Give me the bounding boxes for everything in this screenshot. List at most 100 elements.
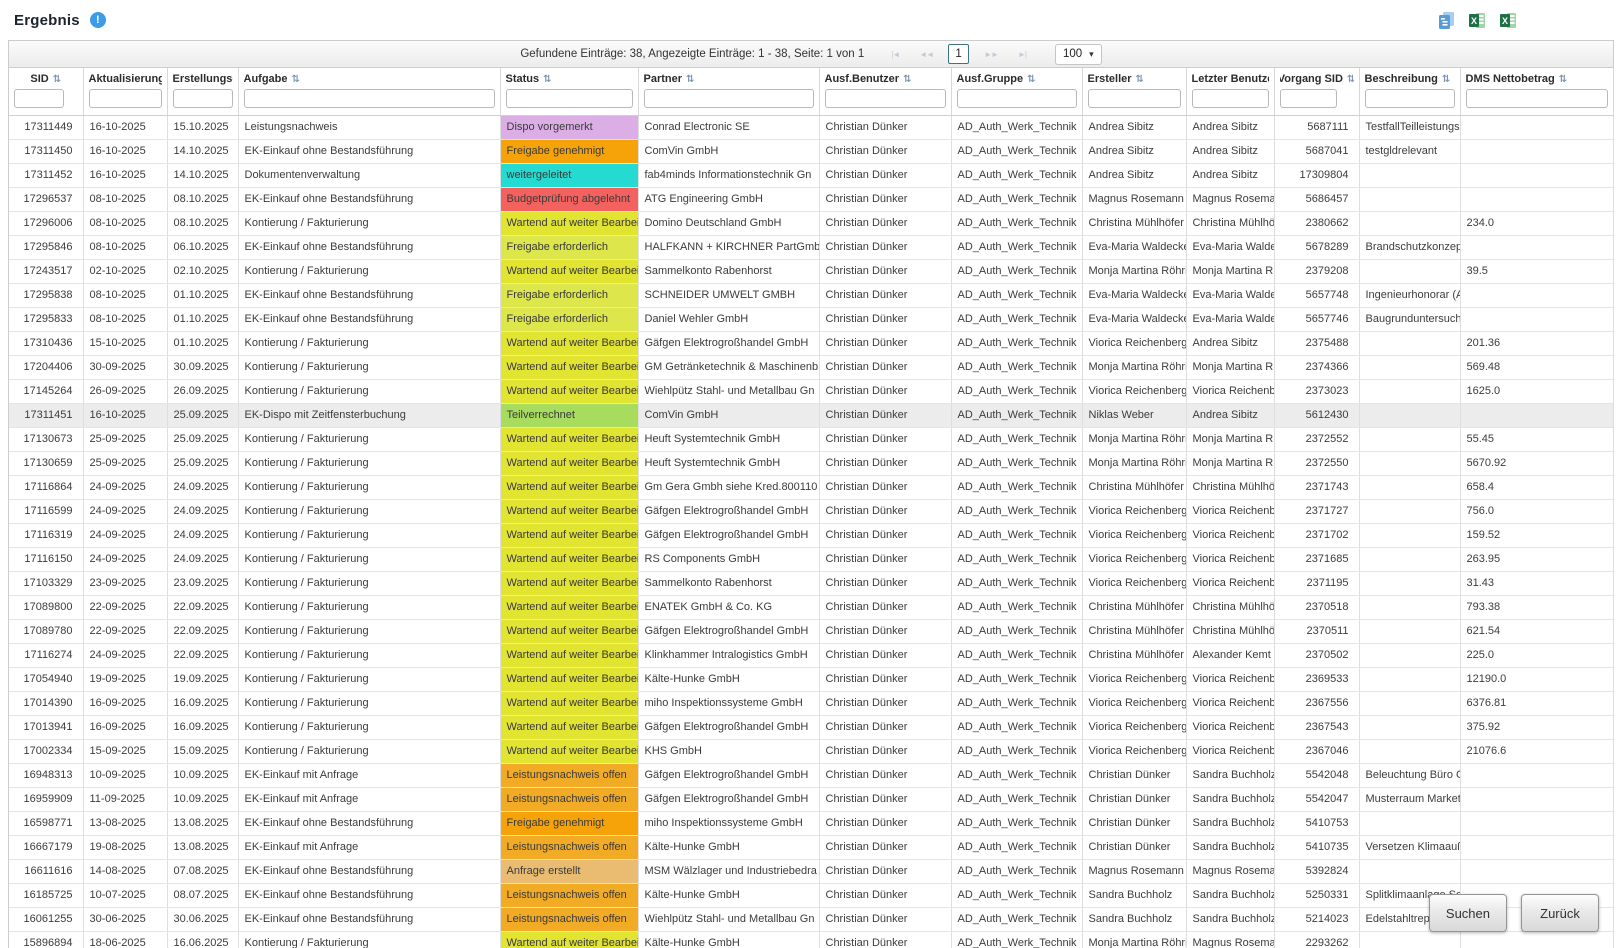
table-cell[interactable]: 17116599 [9, 499, 83, 523]
table-cell[interactable]: AD_Auth_Werk_Technik [951, 667, 1082, 691]
table-cell[interactable] [1359, 331, 1460, 355]
table-cell[interactable]: Monja Martina Röhri [1082, 355, 1186, 379]
table-cell[interactable]: 2370511 [1274, 619, 1359, 643]
table-cell[interactable]: 16948313 [9, 763, 83, 787]
table-cell[interactable]: 22.09.2025 [167, 595, 238, 619]
table-cell[interactable]: Viorica Reichenberg [1082, 667, 1186, 691]
table-cell[interactable]: 39.5 [1460, 259, 1613, 283]
column-filter-input[interactable] [825, 89, 946, 108]
table-cell[interactable]: 2293262 [1274, 931, 1359, 948]
table-cell[interactable]: 375.92 [1460, 715, 1613, 739]
table-cell[interactable]: Domino Deutschland GmbH [638, 211, 819, 235]
column-filter-input[interactable] [173, 89, 233, 108]
status-badge[interactable]: Leistungsnachweis offen [500, 763, 638, 787]
column-filter-input[interactable] [14, 89, 64, 108]
table-cell[interactable] [1460, 835, 1613, 859]
table-cell[interactable]: 24.09.2025 [167, 499, 238, 523]
table-row[interactable]: 1701394116-09-202516.09.2025Kontierung /… [9, 715, 1613, 739]
table-cell[interactable]: 2369533 [1274, 667, 1359, 691]
table-cell[interactable] [1460, 307, 1613, 331]
table-cell[interactable]: Sandra Buchholz [1186, 907, 1274, 931]
table-cell[interactable]: fab4minds Informationstechnik Gn [638, 163, 819, 187]
table-cell[interactable]: Eva-Maria Waldecke [1082, 283, 1186, 307]
table-cell[interactable]: Eva-Maria Walde [1186, 307, 1274, 331]
status-badge[interactable]: Wartend auf weiter Bearbei [500, 739, 638, 763]
table-cell[interactable] [1460, 811, 1613, 835]
table-cell[interactable]: Monja Martina Röhri [1082, 259, 1186, 283]
table-cell[interactable]: 17295846 [9, 235, 83, 259]
table-cell[interactable]: TestfallTeilleistungsr [1359, 115, 1460, 139]
table-cell[interactable]: Christian Dünker [819, 859, 951, 883]
table-cell[interactable]: 5686457 [1274, 187, 1359, 211]
table-cell[interactable]: 02-10-2025 [83, 259, 167, 283]
table-cell[interactable]: AD_Auth_Werk_Technik [951, 283, 1082, 307]
table-cell[interactable]: 5542048 [1274, 763, 1359, 787]
table-cell[interactable]: Christian Dünker [819, 691, 951, 715]
status-badge[interactable]: Wartend auf weiter Bearbei [500, 691, 638, 715]
table-cell[interactable]: AD_Auth_Werk_Technik [951, 259, 1082, 283]
table-cell[interactable]: Wiehlpütz Stahl- und Metallbau Gn [638, 907, 819, 931]
table-cell[interactable]: Monja Martina Röhri [1082, 427, 1186, 451]
table-cell[interactable]: 13-08-2025 [83, 811, 167, 835]
status-badge[interactable]: Wartend auf weiter Bearbei [500, 571, 638, 595]
table-row[interactable]: 1711686424-09-202524.09.2025Kontierung /… [9, 475, 1613, 499]
table-cell[interactable]: Christina Mühlhöfer [1082, 619, 1186, 643]
first-page-button[interactable]: |◄ [884, 47, 906, 62]
table-cell[interactable]: Viorica Reichenb [1186, 691, 1274, 715]
table-cell[interactable]: AD_Auth_Werk_Technik [951, 739, 1082, 763]
table-row[interactable]: 1694831310-09-202510.09.2025EK-Einkauf m… [9, 763, 1613, 787]
table-cell[interactable]: Christina Mühlhö [1186, 619, 1274, 643]
table-cell[interactable]: 14-08-2025 [83, 859, 167, 883]
status-badge[interactable]: Leistungsnachweis offen [500, 835, 638, 859]
column-filter-input[interactable] [957, 89, 1077, 108]
column-filter-input[interactable] [644, 89, 814, 108]
table-cell[interactable]: 25.09.2025 [167, 451, 238, 475]
table-cell[interactable]: 12190.0 [1460, 667, 1613, 691]
table-cell[interactable]: Christina Mühlhöfer [1082, 643, 1186, 667]
table-row[interactable]: 1724351702-10-202502.10.2025Kontierung /… [9, 259, 1613, 283]
table-cell[interactable]: 16-09-2025 [83, 715, 167, 739]
table-cell[interactable]: 17116319 [9, 523, 83, 547]
table-row[interactable]: 1731145116-10-202525.09.2025EK-Dispo mit… [9, 403, 1613, 427]
table-cell[interactable]: 2367556 [1274, 691, 1359, 715]
table-row[interactable]: 1708980022-09-202522.09.2025Kontierung /… [9, 595, 1613, 619]
table-cell[interactable]: 2373023 [1274, 379, 1359, 403]
table-cell[interactable]: Christina Mühlhöfer [1082, 595, 1186, 619]
table-cell[interactable]: 17311452 [9, 163, 83, 187]
table-cell[interactable]: 26.09.2025 [167, 379, 238, 403]
table-cell[interactable]: EK-Einkauf ohne Bestandsführung [238, 187, 500, 211]
table-cell[interactable]: 10.09.2025 [167, 787, 238, 811]
table-cell[interactable]: Christian Dünker [819, 643, 951, 667]
table-cell[interactable]: EK-Einkauf ohne Bestandsführung [238, 859, 500, 883]
table-cell[interactable]: AD_Auth_Werk_Technik [951, 211, 1082, 235]
status-badge[interactable]: Wartend auf weiter Bearbei [500, 715, 638, 739]
table-row[interactable]: 1708978022-09-202522.09.2025Kontierung /… [9, 619, 1613, 643]
table-cell[interactable]: testgldrelevant [1359, 139, 1460, 163]
table-cell[interactable]: Christian Dünker [819, 595, 951, 619]
table-cell[interactable]: Christian Dünker [819, 715, 951, 739]
column-filter-input[interactable] [1088, 89, 1181, 108]
column-sort-label[interactable]: Ausf.Benutzer⇅ [825, 71, 946, 87]
table-cell[interactable]: 569.48 [1460, 355, 1613, 379]
table-cell[interactable]: Klinkhammer Intralogistics GmbH [638, 643, 819, 667]
table-cell[interactable]: 55.45 [1460, 427, 1613, 451]
table-row[interactable]: 1705494019-09-202519.09.2025Kontierung /… [9, 667, 1613, 691]
table-cell[interactable]: RS Components GmbH [638, 547, 819, 571]
table-cell[interactable]: AD_Auth_Werk_Technik [951, 235, 1082, 259]
table-row[interactable]: 1695990911-09-202510.09.2025EK-Einkauf m… [9, 787, 1613, 811]
status-badge[interactable]: Wartend auf weiter Bearbei [500, 619, 638, 643]
table-cell[interactable]: Viorica Reichenb [1186, 739, 1274, 763]
table-cell[interactable]: Christian Dünker [819, 667, 951, 691]
table-cell[interactable]: 16185725 [9, 883, 83, 907]
table-cell[interactable]: 30-06-2025 [83, 907, 167, 931]
table-cell[interactable]: 24-09-2025 [83, 643, 167, 667]
table-cell[interactable] [1359, 739, 1460, 763]
table-cell[interactable]: EK-Einkauf ohne Bestandsführung [238, 907, 500, 931]
column-filter-input[interactable] [506, 89, 633, 108]
table-cell[interactable]: 13.08.2025 [167, 811, 238, 835]
table-cell[interactable]: ComVin GmbH [638, 403, 819, 427]
status-badge[interactable]: Freigabe genehmigt [500, 139, 638, 163]
table-cell[interactable] [1359, 187, 1460, 211]
table-row[interactable]: 1711659924-09-202524.09.2025Kontierung /… [9, 499, 1613, 523]
table-cell[interactable]: Christina Mühlhöfer [1082, 211, 1186, 235]
